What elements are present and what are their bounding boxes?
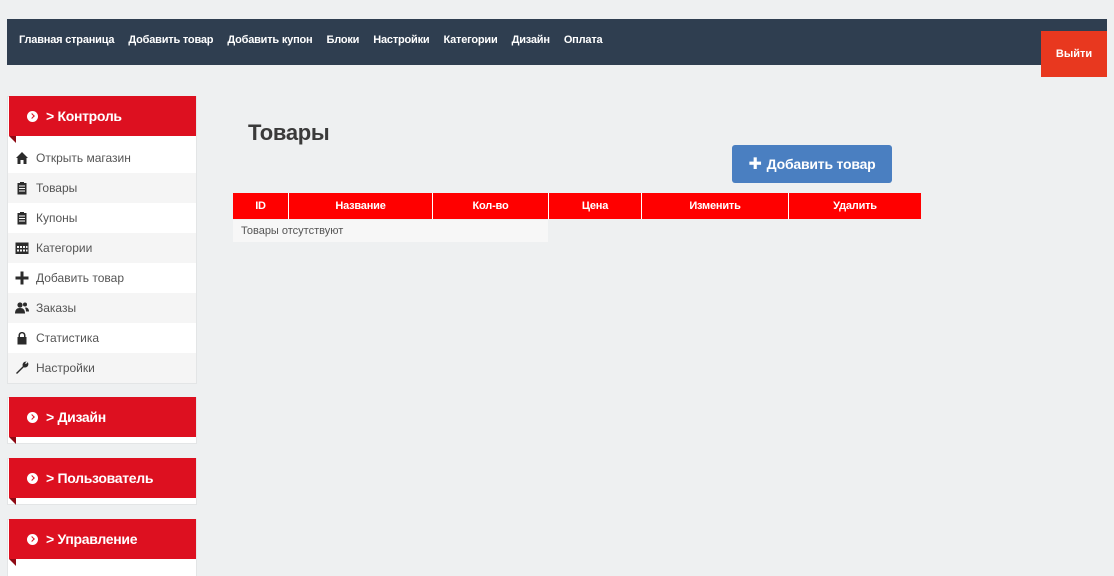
panel-header-user[interactable]: > Пользователь xyxy=(9,458,196,505)
sidebar-item-orders[interactable]: Заказы xyxy=(8,293,196,323)
sidebar-item-add-product[interactable]: Добавить товар xyxy=(8,263,196,293)
chevron-circle-icon xyxy=(27,472,38,484)
top-navbar: Главная страница Добавить товар Добавить… xyxy=(7,19,1107,65)
ribbon-fold xyxy=(9,498,16,505)
sidebar-item-label: Добавить товар xyxy=(36,271,124,285)
sidebar-item-categories[interactable]: Категории xyxy=(8,233,196,263)
empty-table-message: Товары отсутствуют xyxy=(233,220,548,242)
sidebar-item-label: Статистика xyxy=(36,331,100,345)
sidebar-item-products[interactable]: Товары xyxy=(8,173,196,203)
sidebar-item-label: Настройки xyxy=(36,361,95,375)
panel-title: > Управление xyxy=(46,531,138,547)
top-nav: Главная страница Добавить товар Добавить… xyxy=(19,19,616,61)
add-product-label: Добавить товар xyxy=(766,156,876,172)
nav-add-coupon[interactable]: Добавить купон xyxy=(227,34,312,46)
panel-title: > Дизайн xyxy=(46,409,106,425)
panel-header-design[interactable]: > Дизайн xyxy=(9,397,196,444)
sidebar-item-label: Купоны xyxy=(36,211,78,225)
sidebar-panel-control: > Контроль Открыть магазин Товары Купоны… xyxy=(7,96,197,384)
nav-add-product[interactable]: Добавить товар xyxy=(128,34,213,46)
ribbon-fold xyxy=(9,437,16,444)
page-title: Товары xyxy=(248,120,330,145)
panel-header-control[interactable]: > Контроль xyxy=(9,96,196,143)
sidebar-item-coupons[interactable]: Купоны xyxy=(8,203,196,233)
sidebar-menu: Открыть магазин Товары Купоны Категории … xyxy=(8,143,196,383)
sidebar-panel-user: > Пользователь xyxy=(7,458,197,505)
nav-blocks[interactable]: Блоки xyxy=(326,34,359,46)
products-table: ID Название Кол-во Цена Изменить Удалить… xyxy=(233,193,921,242)
th-quantity[interactable]: Кол-во xyxy=(433,193,549,219)
sidebar-item-open-shop[interactable]: Открыть магазин xyxy=(8,143,196,173)
th-name[interactable]: Название xyxy=(289,193,433,219)
sidebar-item-label: Заказы xyxy=(36,301,77,315)
sidebar-panel-design: > Дизайн xyxy=(7,397,197,444)
home-icon xyxy=(15,151,29,165)
wrench-icon xyxy=(15,361,29,375)
sidebar-item-statistics[interactable]: Статистика xyxy=(8,323,196,353)
logout-button[interactable]: Выйти xyxy=(1041,31,1107,77)
users-icon xyxy=(15,301,29,315)
plus-icon: ✚ xyxy=(748,156,762,173)
calendar-icon xyxy=(15,241,29,255)
plus-icon xyxy=(15,271,29,285)
lock-icon xyxy=(15,331,29,345)
nav-payment[interactable]: Оплата xyxy=(564,34,603,46)
th-delete[interactable]: Удалить xyxy=(789,193,921,219)
nav-home[interactable]: Главная страница xyxy=(19,34,115,46)
chevron-circle-icon xyxy=(27,533,38,545)
add-product-button[interactable]: ✚ Добавить товар xyxy=(732,145,892,183)
panel-title: > Пользователь xyxy=(46,470,154,486)
ribbon-fold xyxy=(9,559,16,566)
chevron-circle-icon xyxy=(27,110,38,122)
clipboard-icon xyxy=(15,181,29,195)
panel-header-manage[interactable]: > Управление xyxy=(9,519,196,566)
th-id[interactable]: ID xyxy=(233,193,289,219)
chevron-circle-icon xyxy=(27,411,38,423)
panel-title: > Контроль xyxy=(46,108,122,124)
sidebar-panel-manage: > Управление xyxy=(7,519,197,576)
sidebar-item-settings[interactable]: Настройки xyxy=(8,353,196,383)
sidebar-item-label: Товары xyxy=(36,181,78,195)
th-price[interactable]: Цена xyxy=(549,193,642,219)
ribbon-fold xyxy=(9,136,16,143)
sidebar-item-label: Категории xyxy=(36,241,93,255)
sidebar-item-label: Открыть магазин xyxy=(36,151,131,165)
th-edit[interactable]: Изменить xyxy=(642,193,789,219)
table-header: ID Название Кол-во Цена Изменить Удалить xyxy=(233,193,921,219)
nav-settings[interactable]: Настройки xyxy=(373,34,429,46)
nav-categories[interactable]: Категории xyxy=(443,34,497,46)
clipboard-icon xyxy=(15,211,29,225)
nav-design[interactable]: Дизайн xyxy=(512,34,550,46)
